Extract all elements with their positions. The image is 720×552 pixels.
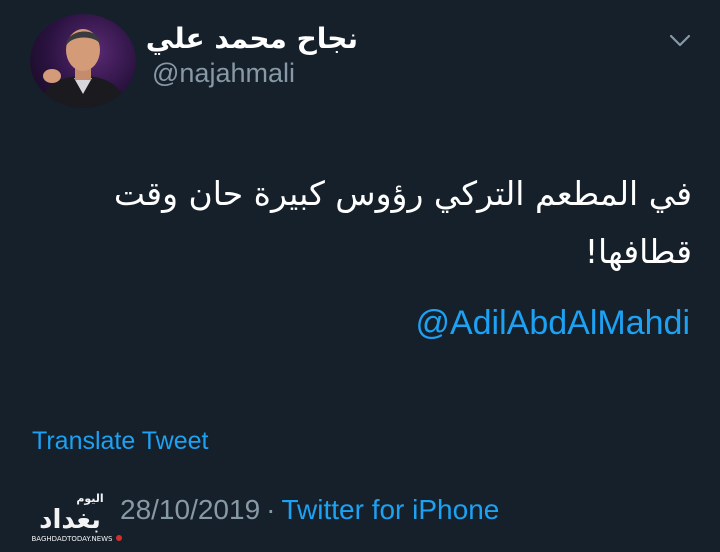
watermark-main-word: بغداد <box>39 505 101 535</box>
display-name[interactable]: نجاح محمد علي <box>146 22 358 55</box>
avatar-photo <box>38 29 128 108</box>
tweet-meta: 28/10/2019 · Twitter for iPhone <box>120 494 499 526</box>
tweet-card: نجاح محمد علي @najahmali في المطعم الترك… <box>0 0 720 552</box>
meta-separator: · <box>266 494 276 525</box>
watermark-url: BAGHDADTODAY.NEWS <box>31 535 113 543</box>
watermark-top-word: اليوم <box>76 492 103 505</box>
chevron-down-icon[interactable] <box>668 30 692 50</box>
mention-link[interactable]: @AdilAbdAlMahdi <box>415 304 690 343</box>
translate-tweet-link[interactable]: Translate Tweet <box>32 427 208 456</box>
tweet-text: في المطعم التركي رؤوس كبيرة حان وقت قطاف… <box>113 174 692 271</box>
watermark-logo: اليوم بغداد BAGHDADTODAY.NEWS <box>18 488 128 544</box>
avatar[interactable] <box>30 14 136 108</box>
user-handle[interactable]: @najahmali <box>152 58 295 89</box>
tweet-source-link[interactable]: Twitter for iPhone <box>281 494 499 525</box>
tweet-date[interactable]: 28/10/2019 <box>120 494 260 525</box>
